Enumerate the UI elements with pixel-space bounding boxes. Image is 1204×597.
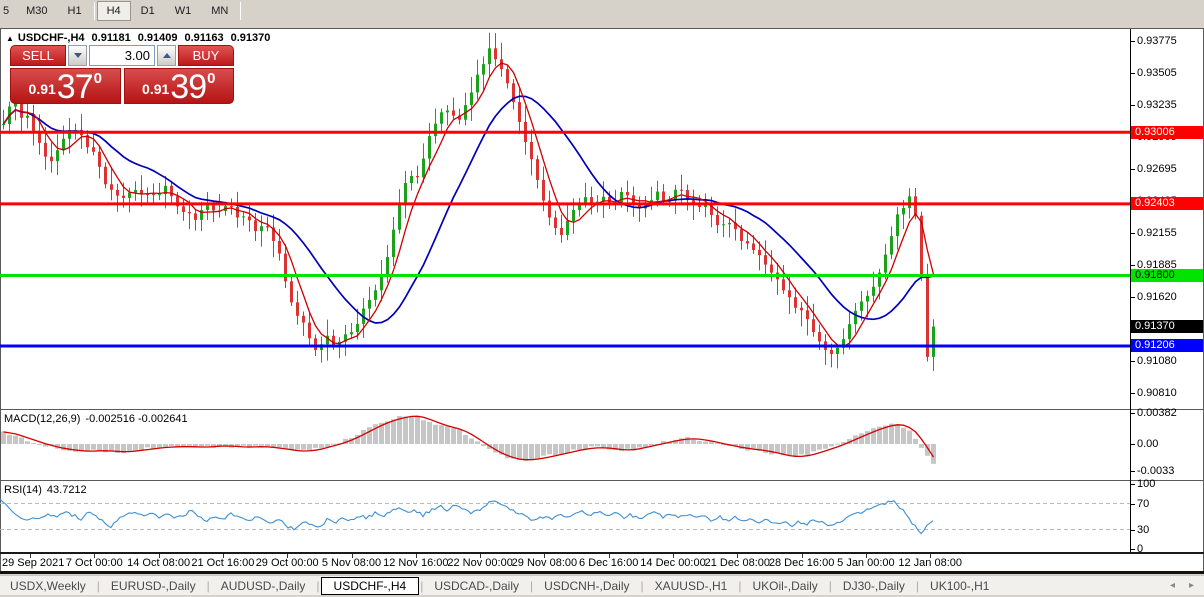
macd-indicator-label: MACD(12,26,9)-0.002516 -0.002641 [4, 413, 188, 425]
volume-increase-button[interactable] [157, 45, 176, 66]
terminal-window: 5M30H1H4D1W1MN ▲ USDCHF-,H4 0.91181 0.91… [0, 0, 1204, 597]
buy-price-pip: 0 [207, 70, 215, 87]
tab-audusd-daily[interactable]: AUDUSD-,Daily [211, 577, 316, 595]
price-level-badge: 0.91206 [1131, 339, 1203, 352]
up-arrow-icon [163, 53, 171, 58]
price-level-badge: 0.91370 [1131, 320, 1203, 333]
chart-window[interactable]: ▲ USDCHF-,H4 0.91181 0.91409 0.91163 0.9… [0, 28, 1204, 574]
sell-price-big: 37 [57, 74, 93, 101]
y-axis-tick: 0.91080 [1137, 355, 1177, 367]
sell-price-prefix: 0.91 [29, 81, 56, 97]
rsi-axis-tick: 30 [1137, 524, 1149, 536]
y-axis-tick: 0.92155 [1137, 227, 1177, 239]
ohlc-open: 0.91181 [92, 32, 131, 44]
timeframe-m30-button[interactable]: M30 [16, 1, 57, 21]
ohlc-close: 0.91370 [231, 32, 271, 44]
tab-eurusd-daily[interactable]: EURUSD-,Daily [101, 577, 206, 595]
y-axis-tick: 0.91620 [1137, 291, 1177, 303]
tab-scroll-nav: ◂ ▸ [1170, 580, 1204, 591]
y-axis-tick: 0.90810 [1137, 387, 1177, 399]
tab-scroll-right-icon[interactable]: ▸ [1189, 580, 1194, 591]
macd-axis-tick: 0.00382 [1137, 407, 1177, 419]
chart-title: USDCHF-,H4 [18, 32, 85, 44]
sell-price-display[interactable]: 0.91370 [10, 68, 121, 104]
price-level-badge: 0.91800 [1131, 269, 1203, 282]
timeframe-toolbar: 5M30H1H4D1W1MN [0, 0, 1204, 22]
y-axis-tick: 0.93235 [1137, 99, 1177, 111]
tab-scroll-left-icon[interactable]: ◂ [1170, 580, 1175, 591]
tab-usdcnh-daily[interactable]: USDCNH-,Daily [534, 577, 639, 595]
timeframe-5-button[interactable]: 5 [0, 1, 16, 21]
chart-header: ▲ USDCHF-,H4 0.91181 0.91409 0.91163 0.9… [6, 32, 270, 44]
y-axis-tick: 0.93775 [1137, 35, 1177, 47]
rsi-axis-tick: 100 [1137, 478, 1155, 490]
toolbar-separator [240, 2, 241, 20]
volume-decrease-button[interactable] [68, 45, 87, 66]
ma-slow-line [4, 96, 934, 323]
price-chart-canvas[interactable] [0, 28, 1204, 574]
tab-dj30-daily[interactable]: DJ30-,Daily [833, 577, 915, 595]
buy-button[interactable]: BUY [178, 45, 234, 66]
rsi-axis-tick: 70 [1137, 498, 1149, 510]
y-axis-tick: 0.93505 [1137, 67, 1177, 79]
price-level-badge: 0.93006 [1131, 126, 1203, 139]
tab-ukoil-daily[interactable]: UKOil-,Daily [742, 577, 827, 595]
tab-uk100-h1[interactable]: UK100-,H1 [920, 577, 999, 595]
timeframe-h1-button[interactable]: H1 [58, 1, 92, 21]
timeframe-mn-button[interactable]: MN [201, 1, 238, 21]
tab-xauusd-h1[interactable]: XAUUSD-,H1 [645, 577, 738, 595]
toolbar-separator [94, 2, 95, 20]
buy-price-display[interactable]: 0.91390 [124, 68, 235, 104]
one-click-trading-panel: SELL BUY 0.91370 0.91390 [10, 45, 234, 104]
sell-price-pip: 0 [94, 70, 102, 87]
down-arrow-icon [74, 53, 82, 58]
timeframe-w1-button[interactable]: W1 [165, 1, 202, 21]
tab-usdcad-daily[interactable]: USDCAD-,Daily [424, 577, 529, 595]
volume-input[interactable] [89, 45, 155, 66]
macd-axis-tick: 0.00 [1137, 438, 1158, 450]
timeframe-h4-button[interactable]: H4 [97, 1, 131, 21]
tab-usdx-weekly[interactable]: USDX,Weekly [0, 577, 96, 595]
symbol-arrow-icon: ▲ [6, 34, 14, 43]
rsi-axis-tick: 0 [1137, 543, 1143, 555]
buy-price-big: 39 [170, 74, 206, 101]
rsi-line [0, 499, 933, 533]
ohlc-high: 0.91409 [138, 32, 178, 44]
chart-tab-bar: USDX,Weekly|EURUSD-,Daily|AUDUSD-,Daily|… [0, 575, 1204, 595]
tab-usdchf-h4[interactable]: USDCHF-,H4 [321, 577, 420, 595]
rsi-indicator-label: RSI(14)43.7212 [4, 484, 87, 496]
sell-button[interactable]: SELL [10, 45, 66, 66]
buy-price-prefix: 0.91 [142, 81, 169, 97]
macd-axis-tick: -0.0033 [1137, 465, 1174, 477]
ohlc-low: 0.91163 [184, 32, 223, 44]
timeframe-d1-button[interactable]: D1 [131, 1, 165, 21]
y-axis-tick: 0.92695 [1137, 163, 1177, 175]
price-level-badge: 0.92403 [1131, 197, 1203, 210]
x-axis-tick: 12 Jan 08:00 [884, 557, 976, 569]
